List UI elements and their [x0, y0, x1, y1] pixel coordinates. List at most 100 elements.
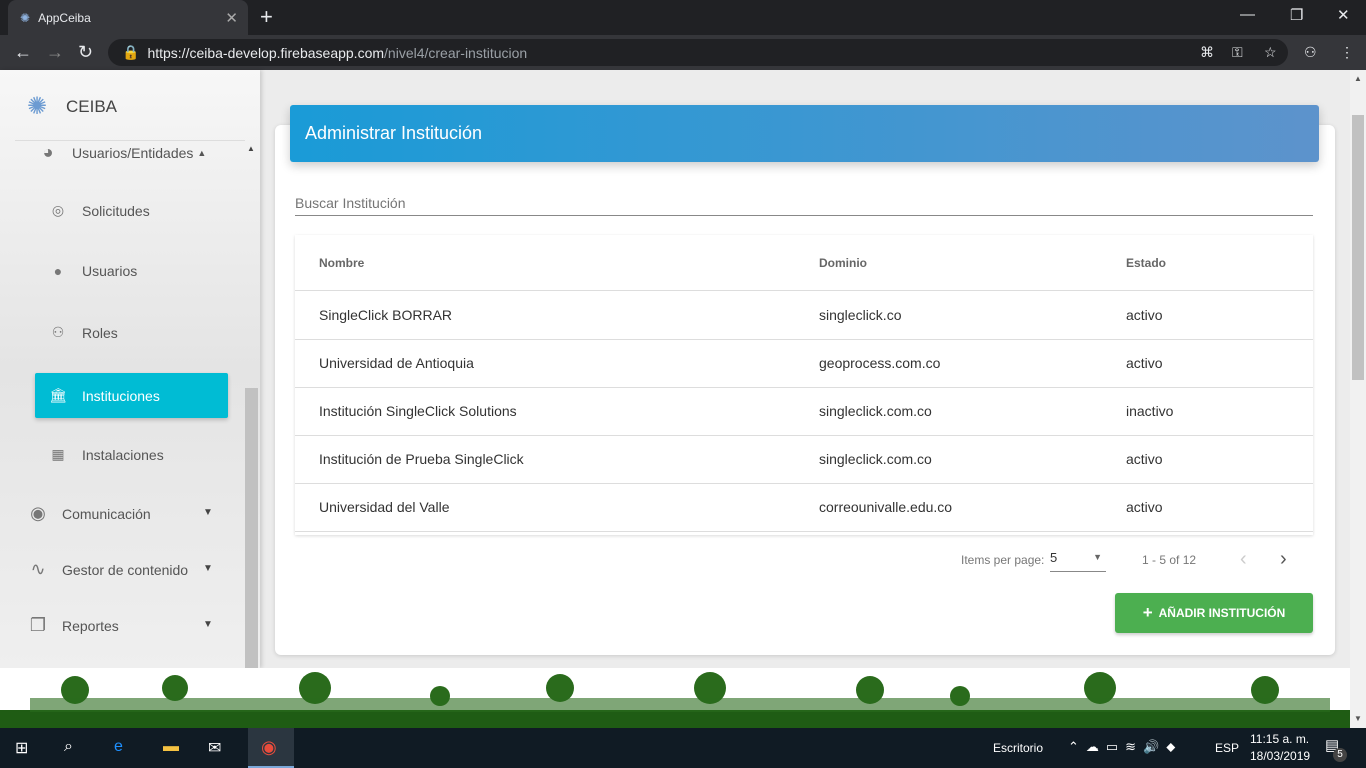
tab-strip: ✺ AppCeiba ✕ + — ❐ ✕ [0, 0, 1366, 35]
taskbar: ⊞ ⌕ e ▬ ✉ ◉ Escritorio ⌃☁▭≋🔊⬥ ESP 11:15 … [0, 728, 1366, 768]
page-size-select[interactable]: 5 ▼ [1050, 550, 1106, 572]
cell-dominio: singleclick.com.co [819, 403, 932, 419]
sidebar-scrollbar[interactable] [245, 388, 258, 668]
cell-estado: activo [1126, 355, 1163, 371]
trees-silhouette-icon [0, 672, 1350, 728]
sidebar-item-instalaciones[interactable]: ▦ Instalaciones [48, 446, 164, 463]
notification-count: 5 [1333, 748, 1347, 762]
scroll-up-icon[interactable]: ▲ [247, 144, 255, 153]
clock-time[interactable]: 11:15 a. m. [1250, 732, 1309, 746]
star-icon[interactable]: ☆ [1264, 44, 1277, 61]
table-row[interactable]: SingleClick BORRAR singleclick.co activo [295, 292, 1313, 340]
sidebar-item-instituciones[interactable]: 🏛 Instituciones [35, 373, 228, 418]
forward-icon[interactable]: → [46, 42, 64, 63]
card-header: Administrar Institución [290, 105, 1319, 162]
landscape-footer [0, 668, 1350, 728]
cell-estado: activo [1126, 451, 1163, 467]
menu-icon[interactable]: ⋮ [1340, 44, 1354, 61]
cell-dominio: correounivalle.edu.co [819, 499, 953, 515]
reload-icon[interactable]: ↻ [78, 42, 93, 63]
chrome-icon: ◉ [261, 737, 277, 757]
sidebar-item-gestor[interactable]: ∿ Gestor de contenido [28, 559, 188, 580]
maximize-icon[interactable]: ❐ [1290, 6, 1303, 24]
chrome-taskbar-button[interactable]: ◉ [248, 728, 294, 768]
sidebar-item-roles[interactable]: ⚇ Roles [48, 324, 118, 341]
brand-name: CEIBA [66, 96, 118, 116]
check-circle-icon: ◎ [51, 202, 65, 218]
item-label: Reportes [62, 617, 119, 634]
windows-start-icon[interactable]: ⊞ [15, 738, 28, 758]
table-row[interactable]: Institución SingleClick Solutions singlec… [295, 388, 1313, 436]
table-row[interactable]: Universidad del Valle correounivalle.edu.… [295, 484, 1313, 532]
desktop-toolbar[interactable]: Escritorio [993, 741, 1043, 755]
table-header: Nombre Dominio Estado [295, 235, 1313, 291]
cell-nombre: Institución de Prueba SingleClick [319, 451, 524, 467]
close-window-icon[interactable]: ✕ [1337, 6, 1350, 24]
item-label: Comunicación [62, 505, 151, 522]
language-indicator[interactable]: ESP [1215, 741, 1239, 755]
prev-page-icon[interactable]: ‹ [1240, 548, 1247, 571]
search-input[interactable] [295, 190, 1313, 216]
cell-dominio: singleclick.co [819, 307, 902, 323]
back-icon[interactable]: ← [14, 42, 32, 63]
clock-date[interactable]: 18/03/2019 [1250, 749, 1310, 763]
col-nombre[interactable]: Nombre [319, 256, 364, 270]
cell-nombre: Institución SingleClick Solutions [319, 403, 517, 419]
scroll-up-icon[interactable]: ▲ [1354, 74, 1362, 83]
building-icon: ▦ [51, 446, 65, 462]
item-label: Gestor de contenido [62, 561, 189, 578]
sidebar-item-usuarios[interactable]: ● Usuarios [48, 263, 137, 279]
dropdown-arrow-icon: ▼ [1093, 552, 1102, 562]
address-bar[interactable]: 🔒 https://ceiba-develop.firebaseapp.com/n… [108, 39, 1288, 66]
mail-icon[interactable]: ✉ [208, 738, 221, 758]
palette-icon: ◕ [42, 142, 54, 162]
add-institution-button[interactable]: + AÑADIR INSTITUCIÓN [1115, 593, 1313, 633]
sidebar-item-solicitudes[interactable]: ◎ Solicitudes [48, 202, 150, 219]
page-title: Administrar Institución [305, 123, 483, 143]
key-icon[interactable]: ⚿ [1232, 44, 1243, 61]
extension-icon[interactable]: ⚇ [1304, 44, 1317, 61]
item-label: Solicitudes [82, 202, 150, 219]
next-page-icon[interactable]: › [1280, 548, 1287, 571]
sidebar-item-comunicacion[interactable]: ◉ Comunicación [28, 503, 151, 524]
col-estado[interactable]: Estado [1126, 256, 1166, 270]
url-path: /nivel4/crear-institucion [384, 44, 528, 61]
item-label: Instalaciones [82, 446, 164, 463]
sidebar-group-usuarios[interactable]: ◕ Usuarios/Entidades ▲ [38, 142, 207, 163]
sidebar-item-reportes[interactable]: ❐ Reportes [28, 615, 119, 636]
translate-icon[interactable]: ⌘ [1200, 44, 1214, 61]
tab-title: AppCeiba [38, 10, 91, 25]
cell-nombre: Universidad del Valle [319, 499, 450, 515]
items-per-page-label: Items per page: [961, 553, 1045, 567]
cell-dominio: singleclick.com.co [819, 451, 932, 467]
scroll-down-icon[interactable]: ▼ [1354, 714, 1362, 723]
tray-icons[interactable]: ⌃☁▭≋🔊⬥ [1068, 739, 1182, 755]
cell-dominio: geoprocess.com.co [819, 355, 941, 371]
caret-down-icon: ▼ [203, 619, 213, 630]
page-scroll-thumb[interactable] [1352, 115, 1364, 380]
record-voice-icon: ◉ [30, 503, 46, 523]
search-icon[interactable]: ⌕ [64, 738, 73, 756]
edge-icon[interactable]: e [114, 738, 123, 756]
plus-icon: + [1142, 603, 1153, 622]
file-explorer-icon[interactable]: ▬ [163, 738, 179, 756]
institutions-table: Nombre Dominio Estado SingleClick BORRAR si… [295, 235, 1313, 535]
cell-nombre: SingleClick BORRAR [319, 307, 453, 323]
close-tab-icon[interactable]: ✕ [225, 9, 238, 27]
table-row[interactable]: Institución de Prueba SingleClick singlec… [295, 436, 1313, 484]
cell-nombre: Universidad de Antioquia [319, 355, 474, 371]
caret-down-icon: ▼ [203, 563, 213, 574]
caret-up-icon: ▲ [197, 147, 207, 158]
table-row[interactable]: Universidad de Antioquia geoprocess.com.c… [295, 340, 1313, 388]
file-copy-icon: ❐ [29, 615, 47, 635]
page-range: 1 - 5 of 12 [1142, 553, 1197, 567]
button-label: AÑADIR INSTITUCIÓN [1158, 606, 1286, 620]
new-tab-button[interactable]: + [260, 4, 273, 30]
cell-estado: inactivo [1126, 403, 1174, 419]
ceiba-logo-icon: ✺ [26, 93, 48, 120]
cell-estado: activo [1126, 499, 1163, 515]
minimize-icon[interactable]: — [1240, 6, 1255, 23]
browser-tab[interactable]: ✺ AppCeiba ✕ [8, 0, 248, 35]
sidebar: ✺ CEIBA ◕ Usuarios/Entidades ▲ ◎ Solicitudes… [0, 70, 260, 668]
col-dominio[interactable]: Dominio [819, 256, 867, 270]
